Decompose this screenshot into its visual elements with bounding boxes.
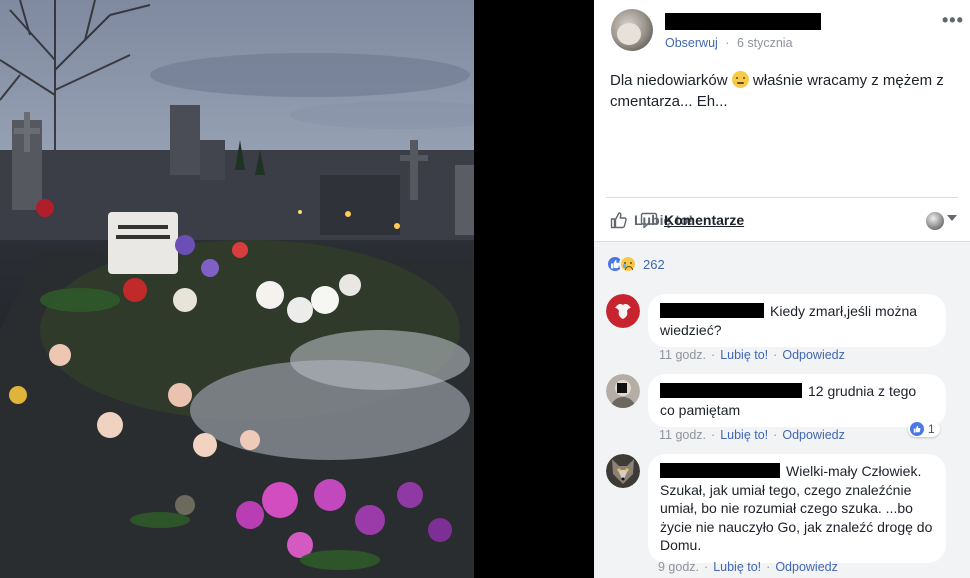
post-text: Dla niedowiarków właśnie wracamy z mężem… [610, 70, 960, 112]
commenter-avatar[interactable] [606, 454, 640, 488]
post-as-avatar[interactable] [926, 212, 944, 230]
comment-likes-count: 1 [928, 422, 935, 436]
commenter-name-redacted[interactable] [660, 303, 764, 318]
comment-bubble: Wielki-mały Człowiek. Szukał, jak umiał … [648, 454, 946, 563]
eagle-emblem-icon [606, 294, 640, 328]
cemetery-photo [0, 0, 474, 578]
comments-label: Komentarze [664, 212, 745, 228]
comment-likes-badge[interactable]: 1 [908, 421, 940, 437]
commenter-name-redacted[interactable] [660, 383, 802, 398]
commenter-avatar[interactable] [606, 374, 640, 408]
comment-like-link[interactable]: Lubię to! [713, 560, 761, 574]
post-actions: Lubię to! Komentarze [610, 207, 744, 233]
person-photo-icon [606, 374, 640, 408]
post-side-panel: ••• Obserwuj · 6 stycznia Dla niedowiark… [594, 0, 970, 578]
post-text-part-1: Dla niedowiarków [610, 72, 732, 89]
commenter-name-redacted[interactable] [660, 463, 780, 478]
sad-reaction-icon [619, 255, 637, 273]
comment-reply-link[interactable]: Odpowiedz [782, 428, 845, 442]
sad-emoji-icon [731, 71, 749, 88]
comment-time[interactable]: 11 godz. [659, 348, 706, 362]
divider [606, 197, 958, 198]
comment-bubble: 12 grudnia z tego co pamiętam [648, 374, 946, 427]
comment-meta: 11 godz. · Lubię to! · Odpowiedz [659, 428, 845, 442]
comment-time[interactable]: 9 godz. [658, 560, 699, 574]
post-meta: Obserwuj · 6 stycznia [665, 36, 793, 50]
comment-reply-link[interactable]: Odpowiedz [775, 560, 838, 574]
author-name-redacted[interactable] [665, 13, 821, 30]
like-reaction-icon [910, 422, 924, 436]
comment-bubble: Kiedy zmarł,jeśli można wiedzieć? [648, 294, 946, 347]
post-photo[interactable] [0, 0, 474, 578]
author-avatar[interactable] [611, 9, 653, 51]
comment-meta: 9 godz. · Lubię to! · Odpowiedz [658, 560, 838, 574]
post-date[interactable]: 6 stycznia [737, 36, 793, 50]
meta-separator: · [725, 36, 730, 50]
comment-like-link[interactable]: Lubię to! [720, 428, 768, 442]
more-options-icon[interactable]: ••• [942, 10, 964, 31]
reactions-count: 262 [643, 256, 665, 272]
reactions-summary[interactable]: 262 [606, 255, 665, 273]
comment-reply-link[interactable]: Odpowiedz [782, 348, 845, 362]
photo-letterbox [474, 0, 594, 578]
comment-icon [640, 212, 658, 229]
thumbs-up-icon [610, 212, 627, 229]
comment-like-link[interactable]: Lubię to! [720, 348, 768, 362]
comments-button[interactable]: Komentarze [640, 211, 744, 229]
comment-meta: 11 godz. · Lubię to! · Odpowiedz [659, 348, 845, 362]
comment-time[interactable]: 11 godz. [659, 428, 706, 442]
follow-link[interactable]: Obserwuj [665, 36, 718, 50]
wolf-photo-icon [606, 454, 640, 488]
commenter-avatar[interactable] [606, 294, 640, 328]
chevron-down-icon[interactable] [947, 215, 957, 221]
